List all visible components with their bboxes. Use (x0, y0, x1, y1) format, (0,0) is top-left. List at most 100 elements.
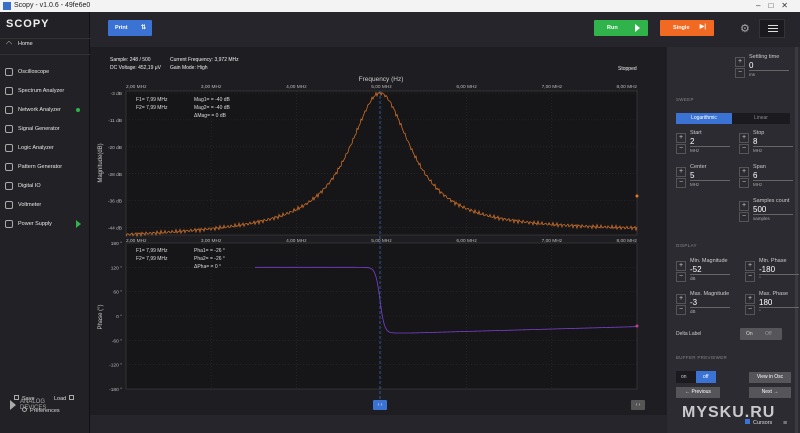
increment-button[interactable]: + (739, 133, 749, 143)
sidebar-item-network-analyzer[interactable]: Network Analyzer (0, 102, 90, 118)
spectrum-icon (5, 87, 13, 95)
frequency-tick-label: 7,00 MHz (542, 238, 563, 244)
run-button[interactable]: Run (594, 20, 648, 36)
sidebar-item-voltmeter[interactable]: Voltmeter (0, 197, 90, 213)
frequency-tick-label: 6,00 MHz (456, 84, 477, 90)
mag-readout-f1: F1= 7,99 MHz (136, 97, 168, 103)
min-phase-spinbox[interactable]: + − Min. Phase -180 ° (745, 258, 800, 284)
span-spinbox[interactable]: + − Span 6 MHz (739, 164, 799, 190)
increment-button[interactable]: + (739, 201, 749, 211)
buffer-previewer-title: BUFFER PREVIEWER (676, 355, 728, 360)
increment-button[interactable]: + (745, 261, 755, 271)
center-frequency-spinbox[interactable]: + − Center 5 MHz (676, 164, 736, 190)
frequency-tick-label: 3,00 MHz (201, 84, 222, 90)
menu-icon[interactable]: ≡ (783, 420, 787, 427)
phase-axis-label: Phase (°) (98, 304, 104, 329)
panel-scrollbar[interactable] (795, 47, 798, 433)
menu-button[interactable] (759, 19, 785, 38)
print-button[interactable]: Print ⇅ (108, 20, 152, 36)
sweep-linear-tab[interactable]: Linear (732, 113, 790, 124)
frequency-axis-title: Frequency (Hz) (359, 76, 404, 83)
power-supply-icon (5, 220, 13, 228)
max-phase-spinbox[interactable]: + − Max. Phase 180 ° (745, 291, 800, 317)
frequency-tick-label: 8,00 MHz (616, 238, 637, 244)
app-icon (3, 2, 11, 10)
view-in-osc-button[interactable]: View in Osc (749, 372, 791, 383)
decrement-button[interactable]: − (745, 272, 755, 282)
start-frequency-spinbox[interactable]: + − Start 2 MHz (676, 130, 736, 156)
decrement-button[interactable]: − (676, 305, 686, 315)
load-button[interactable]: Load (54, 395, 75, 402)
decrement-button[interactable]: − (745, 305, 755, 315)
sidebar-item-digital-io[interactable]: Digital IO (0, 178, 90, 194)
sweep-logarithmic-tab[interactable]: Logarithmic (676, 113, 732, 124)
cursor-handle[interactable]: ‹ › (373, 400, 387, 410)
decrement-button[interactable]: − (739, 144, 749, 154)
logic-analyzer-icon (5, 144, 13, 152)
magnitude-tick-label: -11 dB (108, 118, 122, 124)
previous-button[interactable]: ← Previous (676, 387, 720, 398)
increment-button[interactable]: + (676, 294, 686, 304)
sidebar-item-label: Oscilloscope (18, 69, 50, 75)
mag-readout-f2: F2= 7,99 MHz (136, 105, 168, 111)
max-magnitude-spinbox[interactable]: + − Max. Magnitude -3 dB (676, 291, 736, 317)
gear-icon[interactable]: ⚙ (740, 22, 750, 35)
decrement-button[interactable]: − (739, 178, 749, 188)
play-icon (635, 24, 640, 32)
decrement-button[interactable]: − (676, 178, 686, 188)
samples-count-spinbox[interactable]: + − Samples count 500 samples (739, 198, 799, 224)
frequency-tick-label: 6,00 MHz (456, 238, 477, 244)
vendor-logo-mark (10, 400, 16, 410)
network-analyzer-icon (5, 106, 13, 114)
active-indicator (76, 108, 80, 112)
brand: SCOPY (6, 16, 50, 32)
sidebar-item-label: Voltmeter (18, 202, 42, 208)
increment-button[interactable]: + (739, 167, 749, 177)
phase-tick-label: -180 ° (109, 387, 122, 393)
decrement-button[interactable]: − (739, 212, 749, 222)
min-magnitude-spinbox[interactable]: + − Min. Magnitude -52 dB (676, 258, 736, 284)
plot-resize-handle[interactable]: ‹ › (631, 400, 645, 410)
sidebar-item-oscilloscope[interactable]: Oscilloscope (0, 64, 90, 80)
frequency-tick-label: 5,00 MHz (371, 84, 392, 90)
settling-time-spinbox[interactable]: + − Settling time 0 ms (735, 54, 795, 80)
sidebar-item-home[interactable]: Home (0, 36, 90, 52)
brand-text: SCOPY (6, 18, 50, 30)
frequency-tick-label: 7,00 MHz (542, 84, 563, 90)
magnitude-tick-label: -44 dB (108, 226, 122, 232)
sidebar-item-logic-analyzer[interactable]: Logic Analyzer (0, 140, 90, 156)
frequency-tick-label: 2,00 MHz (126, 238, 147, 244)
sidebar-item-signal-generator[interactable]: Signal Generator (0, 121, 90, 137)
frequency-tick-label: 2,00 MHz (126, 84, 147, 90)
next-button[interactable]: Next → (749, 387, 791, 398)
signal-generator-icon (5, 125, 13, 133)
sidebar-item-pattern-generator[interactable]: Pattern Generator (0, 159, 90, 175)
sweep-section-title: SWEEP (676, 97, 694, 102)
toolbar: Print ⇅ Run Single ▶| ⚙ (90, 12, 800, 47)
phase-readout-pha2: Pha2= = -26 ° (194, 256, 225, 262)
sidebar-item-label: Spectrum Analyzer (18, 88, 65, 94)
single-button[interactable]: Single ▶| (660, 20, 714, 36)
increment-button[interactable]: + (745, 294, 755, 304)
increment-button[interactable]: + (676, 133, 686, 143)
sidebar-item-spectrum-analyzer[interactable]: Spectrum Analyzer (0, 83, 90, 99)
sidebar-item-power-supply[interactable]: Power Supply (0, 216, 90, 232)
increment-button[interactable]: + (735, 57, 745, 67)
decrement-button[interactable]: − (676, 144, 686, 154)
phase-tick-label: -60 ° (112, 338, 122, 344)
sidebar-item-label: Network Analyzer (18, 107, 61, 113)
stop-frequency-spinbox[interactable]: + − Stop 8 MHz (739, 130, 799, 156)
decrement-button[interactable]: − (735, 68, 745, 78)
buffer-toggle[interactable]: on off (676, 371, 716, 383)
phase-readout-f1: F1= 7,99 MHz (136, 248, 168, 254)
bode-plots: Frequency (Hz) Magnitude(dB) Phase (°) 2… (98, 76, 639, 407)
magnitude-axis-label: Magnitude(dB) (98, 143, 104, 182)
phase-readout-delta: ΔPha= = 0 ° (194, 264, 221, 270)
delta-label-toggle[interactable]: On Off (740, 328, 782, 340)
decrement-button[interactable]: − (676, 272, 686, 282)
window-controls[interactable]: –□✕ (756, 0, 796, 12)
increment-button[interactable]: + (676, 261, 686, 271)
increment-button[interactable]: + (676, 167, 686, 177)
mag-readout-mag1: Mag1= = -40 dB (194, 97, 231, 103)
delta-label-text: Delta Label (676, 331, 702, 337)
